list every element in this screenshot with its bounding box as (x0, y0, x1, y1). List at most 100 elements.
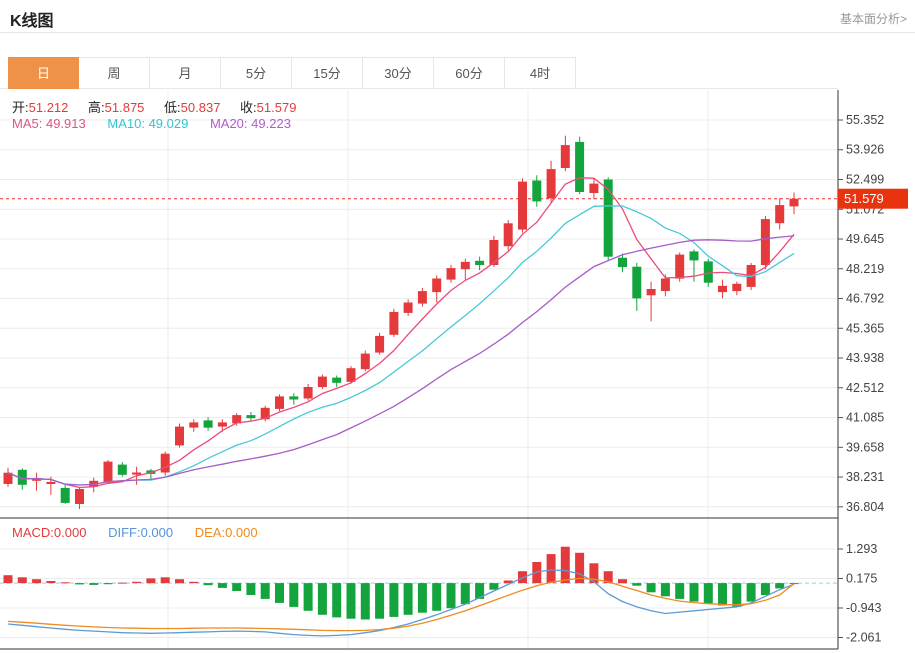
price-axis-label: 43.938 (846, 351, 884, 365)
candle (732, 284, 741, 291)
macd-axis-label: 1.293 (846, 542, 877, 556)
candle (275, 396, 284, 409)
ma-readout: MA5: 49.913 MA10: 49.029 MA20: 49.223 (12, 116, 291, 131)
candle (790, 199, 799, 207)
macd-histogram-bar (246, 583, 255, 595)
macd-readout: MACD:0.000 DIFF:0.000 DEA:0.000 (12, 525, 258, 540)
open-value: 51.212 (29, 100, 69, 115)
candle (632, 267, 641, 299)
kline-page: { "header": { "title": "K线图", "link": "基… (0, 0, 915, 653)
diff-line (8, 570, 794, 636)
diff-value: DIFF:0.000 (108, 525, 173, 540)
candle (775, 205, 784, 223)
candle (561, 145, 570, 168)
candle (404, 303, 413, 313)
candle (347, 368, 356, 382)
current-price-text: 51.579 (844, 191, 884, 206)
candle (318, 377, 327, 387)
macd-histogram-bar (189, 582, 198, 583)
macd-histogram-bar (89, 583, 98, 585)
macd-histogram-bar (218, 583, 227, 588)
macd-histogram-bar (404, 583, 413, 615)
dea-value: DEA:0.000 (195, 525, 258, 540)
macd-histogram-bar (747, 583, 756, 602)
candle (661, 279, 670, 292)
macd-axis-label: 0.175 (846, 572, 877, 586)
macd-histogram-bar (447, 583, 456, 608)
price-axis-label: 52.499 (846, 173, 884, 187)
macd-histogram-bar (232, 583, 241, 591)
high-label: 高: (88, 100, 105, 115)
price-axis-label: 42.512 (846, 381, 884, 395)
candle (461, 262, 470, 269)
macd-histogram-bar (18, 577, 27, 583)
candle (432, 279, 441, 293)
macd-histogram-bar (118, 583, 127, 584)
close-value: 51.579 (257, 100, 297, 115)
ma20-readout: MA20: 49.223 (210, 116, 291, 131)
macd-histogram-bar (632, 583, 641, 586)
macd-histogram-bar (332, 583, 341, 617)
ma10-readout: MA10: 49.029 (107, 116, 188, 131)
candle (547, 169, 556, 198)
high-value: 51.875 (105, 100, 145, 115)
macd-histogram-bar (304, 583, 313, 611)
macd-histogram-bar (75, 583, 84, 584)
macd-histogram-bar (618, 579, 627, 583)
candle (61, 488, 70, 503)
candle (204, 420, 213, 427)
candle (104, 462, 113, 483)
candle (246, 415, 255, 418)
macd-histogram-bar (204, 583, 213, 585)
candle (218, 422, 227, 426)
candle (289, 396, 298, 399)
macd-histogram-bar (432, 583, 441, 611)
low-value: 50.837 (181, 100, 221, 115)
macd-histogram-bar (46, 581, 55, 583)
price-axis-label: 55.352 (846, 113, 884, 127)
macd-histogram-bar (418, 583, 427, 613)
candle (161, 454, 170, 473)
candle (704, 261, 713, 282)
macd-value: MACD:0.000 (12, 525, 86, 540)
price-axis-label: 39.658 (846, 440, 884, 454)
macd-histogram-bar (175, 579, 184, 583)
macd-histogram-bar (275, 583, 284, 603)
candle (418, 291, 427, 304)
macd-histogram-bar (361, 583, 370, 619)
candle (132, 473, 141, 475)
macd-histogram-bar (732, 583, 741, 607)
candle (332, 378, 341, 383)
candle (532, 181, 541, 202)
macd-histogram-bar (4, 575, 13, 583)
macd-histogram-bar (347, 583, 356, 619)
candle (46, 482, 55, 484)
macd-histogram-bar (775, 583, 784, 588)
close-label: 收: (240, 100, 257, 115)
candle (118, 465, 127, 475)
macd-histogram-bar (761, 583, 770, 595)
candle (575, 142, 584, 192)
macd-histogram-bar (32, 579, 41, 583)
macd-axis-label: -0.943 (846, 601, 881, 615)
candle (718, 286, 727, 292)
macd-histogram-bar (132, 582, 141, 583)
macd-histogram-bar (704, 583, 713, 604)
candle (304, 387, 313, 399)
candle (375, 336, 384, 353)
price-axis-label: 48.219 (846, 262, 884, 276)
candle (447, 268, 456, 280)
macd-histogram-bar (289, 583, 298, 607)
macd-histogram-bar (104, 583, 113, 584)
candle (518, 182, 527, 230)
macd-histogram-bar (647, 583, 656, 592)
candle (675, 255, 684, 279)
candle (761, 219, 770, 265)
macd-histogram-bar (718, 583, 727, 605)
candle (189, 422, 198, 427)
price-axis-label: 36.804 (846, 500, 884, 514)
low-label: 低: (164, 100, 181, 115)
candle (361, 354, 370, 370)
macd-histogram-bar (561, 547, 570, 583)
macd-histogram-bar (547, 554, 556, 583)
